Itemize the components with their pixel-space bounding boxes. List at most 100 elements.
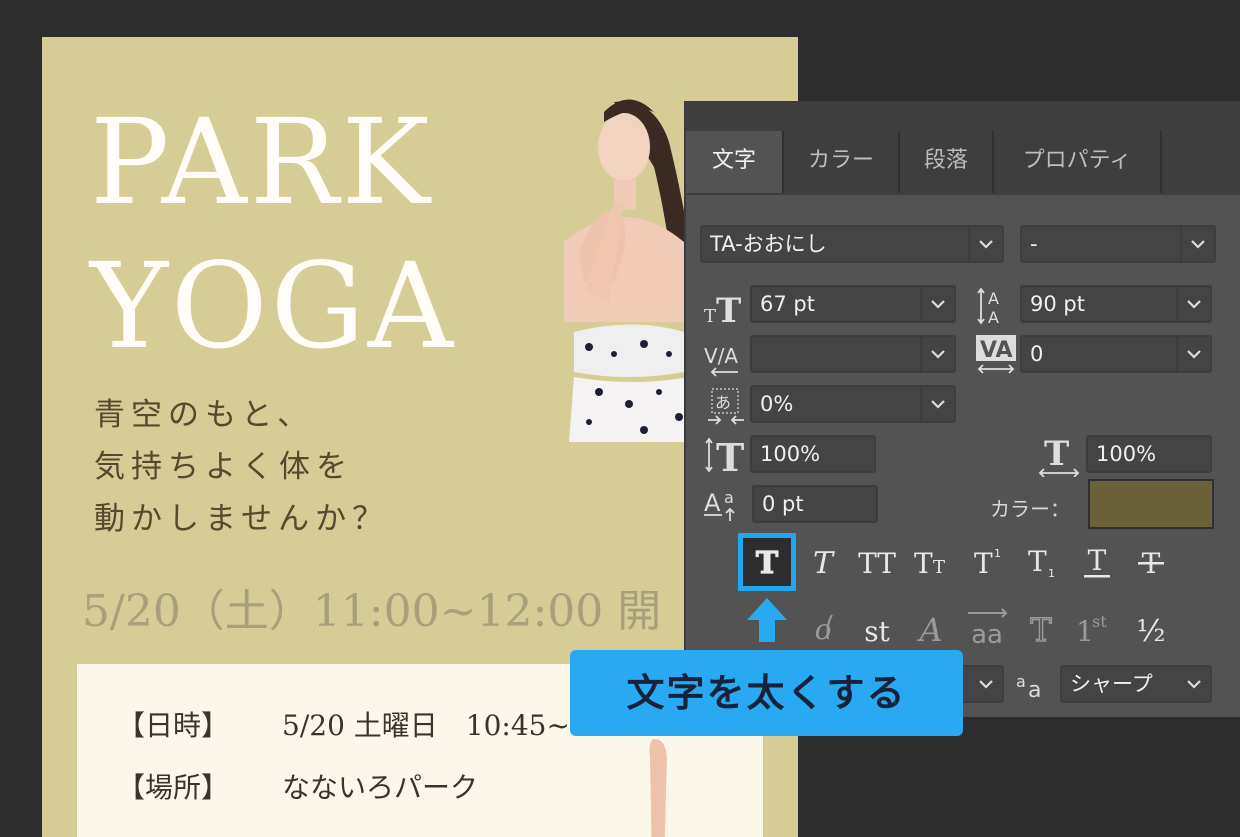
small-caps-button[interactable]: TT	[906, 537, 956, 587]
svg-text:A: A	[988, 289, 999, 308]
chevron-down-icon[interactable]	[968, 227, 1002, 261]
tagline-line-1: 青空のもと、	[94, 397, 315, 433]
info-row-datetime: 【日時】 5/20 土曜日 10:45~	[117, 704, 570, 744]
text-color-swatch[interactable]	[1088, 479, 1214, 529]
strikethrough-button[interactable]: T	[1126, 537, 1176, 587]
svg-text:TT: TT	[858, 547, 896, 580]
leading-icon: A A	[977, 287, 999, 327]
svg-text:st: st	[1092, 612, 1107, 631]
chevron-down-icon[interactable]	[1178, 667, 1210, 701]
color-label: カラー：	[990, 497, 1070, 521]
svg-text:あ: あ	[715, 393, 731, 412]
ot-ligature-button[interactable]: o	[798, 603, 848, 653]
svg-text:A: A	[916, 611, 942, 649]
underline-button[interactable]: T	[1072, 537, 1122, 587]
info-value: なないろパーク	[282, 771, 479, 804]
vertical-scale-field[interactable]: 100%	[750, 435, 876, 473]
kerning-dropdown[interactable]	[750, 335, 956, 373]
chevron-down-icon[interactable]	[920, 287, 954, 321]
svg-text:a: a	[1016, 672, 1026, 691]
info-value: 5/20 土曜日 10:45~	[282, 709, 570, 742]
callout-up-arrow-icon	[747, 598, 787, 642]
subscript-button[interactable]: T1	[1018, 537, 1068, 587]
svg-text:T: T	[813, 546, 835, 581]
font-size-icon: T T	[704, 291, 741, 325]
svg-text:1: 1	[994, 547, 1001, 560]
svg-text:T: T	[1028, 545, 1047, 578]
info-label: 【日時】	[117, 709, 230, 742]
all-caps-button[interactable]: TT	[852, 537, 902, 587]
poster-event-date: 5/20（土）11:00~12:00 開	[82, 586, 662, 637]
svg-text:T: T	[756, 546, 779, 581]
ot-ordinals-button[interactable]: 1st	[1070, 603, 1120, 653]
tracking-icon: VA	[976, 335, 1016, 374]
font-family-dropdown[interactable]: TA-おおにし	[700, 225, 1004, 263]
svg-text:T: T	[716, 435, 744, 475]
ot-swash-button[interactable]: A	[906, 603, 956, 653]
chevron-down-icon[interactable]	[920, 387, 954, 421]
tracking-value: 0	[1030, 342, 1044, 366]
language-dropdown[interactable]	[956, 665, 1004, 703]
faux-italic-button[interactable]: T	[798, 537, 848, 587]
kerning-icon: V/A	[704, 344, 738, 377]
svg-text:T: T	[716, 291, 741, 325]
svg-text:1: 1	[1048, 567, 1055, 580]
ot-discretionary-ligature-button[interactable]: st	[852, 603, 902, 653]
svg-text:o: o	[815, 613, 832, 646]
svg-text:aa: aa	[971, 620, 1003, 650]
baseline-shift-value: 0 pt	[762, 492, 804, 516]
svg-text:a: a	[1028, 678, 1041, 699]
antialias-icon: a a	[1016, 672, 1041, 699]
baseline-shift-icon: A a	[704, 488, 735, 521]
chevron-down-icon[interactable]	[1180, 227, 1214, 261]
antialias-dropdown[interactable]: シャープ	[1060, 665, 1212, 703]
chevron-down-icon[interactable]	[970, 667, 1002, 701]
vertical-scale-value: 100%	[760, 442, 821, 466]
font-style-value: -	[1030, 232, 1038, 256]
tab-color[interactable]: カラー	[784, 131, 900, 193]
tsume-dropdown[interactable]: 0%	[750, 385, 956, 423]
tsume-value: 0%	[760, 392, 794, 416]
svg-text:T: T	[914, 547, 933, 580]
tagline-line-2: 気持ちよく体を	[94, 449, 353, 485]
svg-text:A: A	[988, 308, 999, 327]
svg-text:VA: VA	[980, 338, 1013, 363]
svg-text:T: T	[1088, 544, 1107, 577]
info-label: 【場所】	[117, 771, 230, 804]
ot-fractions-label: ½	[1136, 614, 1165, 649]
font-size-value: 67 pt	[760, 292, 815, 316]
leading-dropdown[interactable]: 90 pt	[1020, 285, 1212, 323]
ot-stylistic-alternates-button[interactable]: aa	[962, 603, 1012, 653]
font-style-dropdown[interactable]: -	[1020, 225, 1216, 263]
font-size-dropdown[interactable]: 67 pt	[750, 285, 956, 323]
poster-tagline: 青空のもと、 気持ちよく体を 動かしませんか？	[94, 389, 389, 545]
raised-hand-photo	[649, 739, 667, 837]
tracking-dropdown[interactable]: 0	[1020, 335, 1212, 373]
info-row-place: 【場所】 なないろパーク	[117, 766, 478, 806]
svg-text:T: T	[933, 557, 945, 578]
chevron-down-icon[interactable]	[920, 337, 954, 371]
tagline-line-3: 動かしませんか？	[94, 501, 390, 537]
chevron-down-icon[interactable]	[1176, 287, 1210, 321]
tab-paragraph[interactable]: 段落	[900, 131, 994, 193]
yoga-model-photo	[564, 99, 694, 442]
antialias-value: シャープ	[1070, 672, 1153, 696]
ot-fractions-button[interactable]: ½	[1126, 603, 1176, 653]
horizontal-scale-field[interactable]: 100%	[1086, 435, 1212, 473]
vertical-scale-icon: T	[705, 435, 744, 475]
ot-titling-alternates-button[interactable]: T	[1016, 603, 1066, 653]
faux-bold-button[interactable]: T	[738, 533, 796, 591]
svg-text:a: a	[724, 488, 734, 507]
tab-properties[interactable]: プロパティ	[994, 131, 1162, 193]
leading-value: 90 pt	[1030, 292, 1085, 316]
superscript-button[interactable]: T1	[964, 537, 1014, 587]
svg-text:V/A: V/A	[704, 344, 738, 368]
svg-text:T: T	[974, 547, 993, 580]
baseline-shift-field[interactable]: 0 pt	[752, 485, 878, 523]
svg-text:st: st	[864, 615, 890, 648]
poster-title-yoga: YOGA	[90, 237, 457, 375]
tsume-icon: あ	[708, 388, 744, 425]
tab-character[interactable]: 文字	[686, 131, 784, 193]
horizontal-scale-value: 100%	[1096, 442, 1157, 466]
chevron-down-icon[interactable]	[1176, 337, 1210, 371]
